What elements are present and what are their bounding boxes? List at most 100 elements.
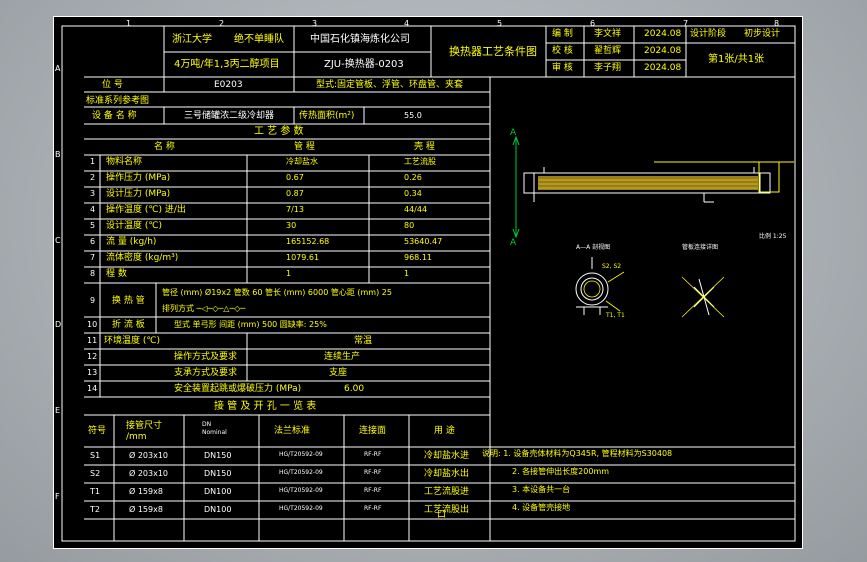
process-row-tube: 1 bbox=[286, 269, 292, 278]
drawing-sheet[interactable]: 1 2 3 4 5 6 7 8 A B C D E F 浙江大学 绝不单睡队 4… bbox=[53, 16, 803, 549]
role-checked: 校 核 bbox=[552, 46, 573, 56]
row13-name: 支承方式及要求 bbox=[174, 368, 238, 378]
nozzle-size: Ø 203x10 bbox=[129, 469, 169, 478]
border-number-1: 1 bbox=[126, 19, 132, 28]
date-prepared: 2024.08 bbox=[644, 29, 682, 39]
border-number-6: 6 bbox=[590, 19, 596, 28]
cad-viewport[interactable]: 1 2 3 4 5 6 7 8 A B C D E F 浙江大学 绝不单睡队 4… bbox=[0, 0, 867, 562]
nozzle-face: RF-RF bbox=[364, 469, 382, 476]
row11-value: 常温 bbox=[354, 336, 373, 346]
detail-view bbox=[693, 278, 715, 316]
project-name: 4万吨/年1,3丙二醇项目 bbox=[174, 59, 280, 70]
row13-value: 支座 bbox=[329, 368, 348, 378]
nozzle-col-std: 法兰标准 bbox=[274, 426, 311, 436]
row9-pattern: 排列方式 ─◁─◇─△─◇─ bbox=[162, 304, 246, 313]
section-marks bbox=[512, 135, 520, 239]
nozzle-col-face: 连接面 bbox=[359, 426, 387, 436]
process-row-tube: 0.87 bbox=[286, 189, 304, 198]
row13-no: 13 bbox=[87, 368, 98, 377]
process-row-no: 4 bbox=[90, 205, 96, 214]
process-row-tube: 冷却盐水 bbox=[286, 157, 318, 166]
area-label: 传热面积(m²) bbox=[299, 111, 355, 121]
row14-name: 安全装置起跳或爆破压力 (MPa) bbox=[174, 384, 302, 394]
nozzle-size: Ø 159x8 bbox=[129, 505, 163, 514]
row9-no: 9 bbox=[90, 296, 96, 305]
nozzle-face: RF-RF bbox=[364, 487, 382, 494]
nozzle-col-size: 接管尺寸 /mm bbox=[126, 421, 163, 442]
border-number-3: 3 bbox=[312, 19, 318, 28]
drawing-title: 换热器工艺条件图 bbox=[449, 45, 537, 58]
process-row-shell: 968.11 bbox=[404, 253, 432, 262]
nozzle-size: Ø 203x10 bbox=[129, 451, 169, 460]
row14-value: 6.00 bbox=[344, 384, 365, 394]
nozzle-face: RF-RF bbox=[364, 505, 382, 512]
sheet-info: 第1张/共1张 bbox=[708, 54, 765, 65]
col-name: 名 称 bbox=[154, 142, 175, 152]
process-row-tube: 0.67 bbox=[286, 173, 304, 182]
equipment-type: 型式:固定管板、浮管、环盘管、夹套 bbox=[316, 80, 464, 90]
process-row-shell: 80 bbox=[404, 221, 415, 230]
nozzle-use: 工艺流股出 bbox=[424, 505, 470, 515]
process-row-shell: 0.34 bbox=[404, 189, 422, 198]
equipment-name-label: 设 备 名 称 bbox=[92, 111, 137, 121]
company-name: 中国石化镇海炼化公司 bbox=[310, 34, 410, 45]
nozzle-standard: HG/T20592-09 bbox=[279, 469, 323, 476]
nozzle-col-use: 用 途 bbox=[434, 426, 455, 436]
date-approved: 2024.08 bbox=[644, 63, 682, 73]
tag-label: 位 号 bbox=[102, 80, 123, 90]
row12-no: 12 bbox=[87, 352, 98, 361]
col-shell: 壳 程 bbox=[414, 142, 435, 152]
row9-spec: 管径 (mm) Ø19x2 管数 60 管长 (mm) 6000 管心距 (mm… bbox=[162, 288, 392, 297]
border-letter-d: D bbox=[55, 320, 62, 329]
border-number-4: 4 bbox=[404, 19, 410, 28]
row12-value: 连续生产 bbox=[324, 352, 361, 362]
border-letter-f: F bbox=[55, 492, 60, 501]
process-row-name: 流体密度 (kg/m³) bbox=[106, 253, 179, 263]
process-row-name: 操作压力 (MPa) bbox=[106, 173, 171, 183]
equipment-name: 三号储罐浓二级冷却器 bbox=[184, 111, 275, 121]
border-number-5: 5 bbox=[497, 19, 503, 28]
process-row-no: 7 bbox=[90, 253, 96, 262]
process-row-name: 设计压力 (MPa) bbox=[106, 189, 171, 199]
process-row-no: 6 bbox=[90, 237, 96, 246]
process-row-shell: 53640.47 bbox=[404, 237, 443, 246]
stage-value: 初步设计 bbox=[744, 29, 781, 39]
process-row-name: 操作温度 (℃) 进/出 bbox=[106, 205, 186, 215]
process-row-no: 2 bbox=[90, 173, 96, 182]
nozzle-standard: HG/T20592-09 bbox=[279, 505, 323, 512]
process-row-tube: 30 bbox=[286, 221, 297, 230]
row12-name: 操作方式及要求 bbox=[174, 352, 238, 362]
tag-value: E0203 bbox=[214, 80, 243, 90]
nozzle-standard: HG/T20592-09 bbox=[279, 487, 323, 494]
nozzle-t1-label: T1, T1 bbox=[606, 312, 625, 319]
nozzle-symbol: T1 bbox=[90, 487, 100, 496]
border-letter-c: C bbox=[55, 236, 61, 245]
process-row-shell: 0.26 bbox=[404, 173, 422, 182]
nozzle-s2-label: S2, S2 bbox=[602, 263, 622, 270]
process-row-name: 物料名称 bbox=[106, 157, 143, 167]
border-letter-b: B bbox=[55, 150, 61, 159]
process-row-shell: 工艺流股 bbox=[404, 157, 436, 166]
org-name: 浙江大学 bbox=[172, 34, 212, 45]
nozzle-face: RF-RF bbox=[364, 451, 382, 458]
process-row-tube: 7/13 bbox=[286, 205, 304, 214]
name-approved: 李子翔 bbox=[594, 63, 622, 73]
team-name: 绝不单睡队 bbox=[234, 34, 284, 45]
note-3: 3. 本设备共一台 bbox=[512, 485, 571, 494]
nozzle-extra: 口 bbox=[437, 510, 447, 520]
process-row-shell: 1 bbox=[404, 269, 410, 278]
row10-no: 10 bbox=[87, 320, 98, 329]
border-letter-a: A bbox=[55, 64, 61, 73]
standard-ref: 标准系列参考图 bbox=[86, 96, 150, 106]
note-1: 说明: 1. 设备壳体材料为Q345R, 管程材料为S30408 bbox=[482, 449, 673, 458]
row11-name: 环境温度 (℃) bbox=[104, 336, 160, 346]
stage-label: 设计阶段 bbox=[690, 29, 727, 39]
process-row-name: 流 量 (kg/h) bbox=[106, 237, 157, 247]
name-prepared: 李文祥 bbox=[594, 29, 622, 39]
nozzle-standard: HG/T20592-09 bbox=[279, 451, 323, 458]
row14-no: 14 bbox=[87, 384, 98, 393]
row10-spec: 型式 单弓形 间距 (mm) 500 圆缺率: 25% bbox=[174, 320, 327, 329]
nozzle-symbol: S2 bbox=[90, 469, 101, 478]
row11-no: 11 bbox=[87, 336, 98, 345]
nozzle-dn: DN150 bbox=[204, 451, 232, 460]
